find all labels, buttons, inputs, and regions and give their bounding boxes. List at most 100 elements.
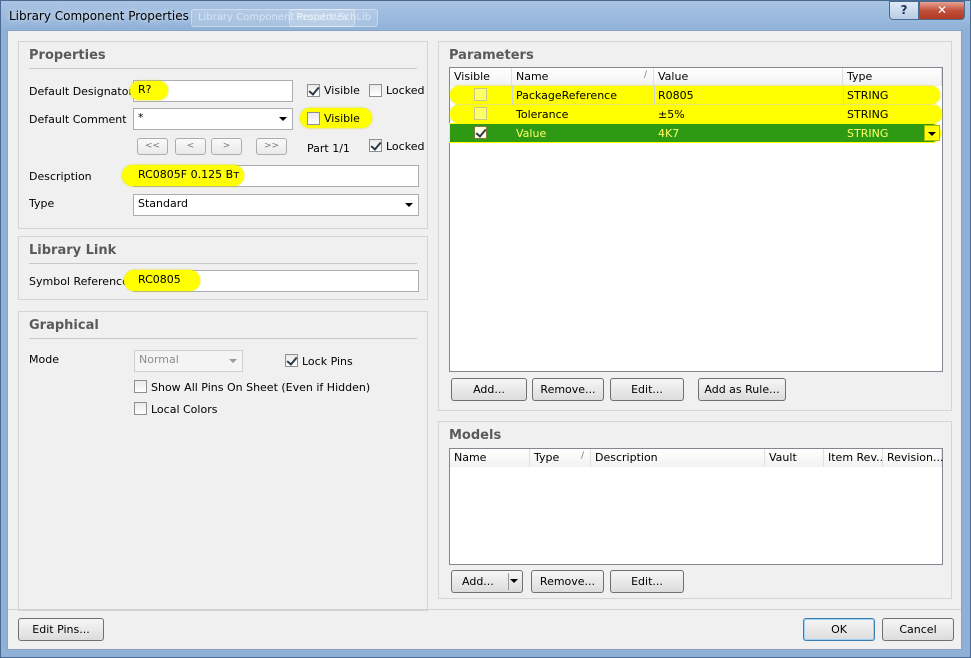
column-header-description[interactable]: Description — [591, 449, 765, 467]
parameter-value[interactable]: 4K7 — [658, 127, 679, 140]
parameter-name[interactable]: Value — [516, 127, 546, 140]
add-model-label: Add... — [462, 575, 494, 588]
lock-pins-label: Lock Pins — [302, 355, 353, 368]
cancel-button[interactable]: Cancel — [882, 618, 954, 641]
description-label: Description — [29, 170, 92, 183]
column-header-vault[interactable]: Vault — [765, 449, 824, 467]
type-value: Standard — [138, 197, 189, 210]
library-link-group: Library Link Symbol Reference RC0805 — [18, 236, 428, 300]
parameter-name[interactable]: Tolerance — [516, 108, 568, 121]
parameter-name[interactable]: PackageReference — [516, 89, 617, 102]
edit-model-button[interactable]: Edit... — [610, 570, 684, 593]
first-part-button[interactable]: << — [137, 138, 168, 155]
mode-value: Normal — [139, 353, 179, 366]
part-locked-label: Locked — [386, 140, 425, 153]
graphical-group: Graphical Mode Normal Lock Pins Show All… — [18, 311, 428, 611]
divider — [29, 68, 417, 69]
description-value: RC0805F 0.125 Вт — [138, 168, 240, 181]
graphical-title: Graphical — [29, 318, 99, 333]
part-locked-checkbox[interactable] — [369, 139, 382, 152]
column-header-value[interactable]: Value — [654, 68, 843, 86]
show-all-pins-checkbox[interactable] — [134, 380, 147, 393]
parameters-title: Parameters — [449, 48, 534, 63]
type-dropdown[interactable]: Standard — [133, 194, 419, 216]
column-header-type[interactable]: Type — [843, 68, 942, 86]
add-as-rule-button[interactable]: Add as Rule... — [698, 378, 786, 401]
type-label: Type — [29, 197, 55, 210]
chevron-down-icon — [405, 203, 413, 207]
sort-icon: / — [643, 70, 647, 80]
lock-pins-checkbox[interactable] — [285, 354, 298, 367]
divider — [29, 263, 417, 264]
models-table[interactable]: Name Type / Description Vault Item Rev..… — [449, 448, 943, 565]
default-comment-value: * — [138, 111, 144, 124]
close-button[interactable]: ✕ — [919, 1, 965, 20]
type-dropdown-button[interactable] — [924, 125, 940, 141]
edit-pins-button[interactable]: Edit Pins... — [18, 618, 104, 641]
local-colors-checkbox[interactable] — [134, 402, 147, 415]
add-parameter-button[interactable]: Add... — [451, 378, 527, 401]
title-bar[interactable]: Library Component Properties Library Com… — [1, 1, 970, 31]
default-comment-label: Default Comment — [29, 113, 127, 126]
designator-locked-label: Locked — [386, 84, 425, 97]
description-input[interactable]: RC0805F 0.125 Вт — [122, 165, 419, 187]
symbol-reference-value: RC0805 — [138, 273, 181, 286]
symbol-reference-input[interactable]: RC0805 — [124, 270, 419, 292]
previous-part-button[interactable]: < — [175, 138, 206, 155]
mode-dropdown[interactable]: Normal — [134, 350, 243, 372]
designator-visible-label: Visible — [324, 84, 360, 97]
column-header-revision[interactable]: Revision... — [883, 449, 943, 467]
column-header-type[interactable]: Type / — [530, 449, 591, 467]
properties-title: Properties — [29, 48, 106, 63]
models-group: Models Name Type / Description Vault Ite… — [438, 421, 952, 599]
chevron-down-icon — [279, 117, 287, 121]
remove-parameter-button[interactable]: Remove... — [532, 378, 604, 401]
designator-locked-checkbox[interactable] — [369, 84, 382, 97]
default-designator-value: R? — [138, 83, 152, 96]
split-divider — [508, 573, 509, 590]
column-header-type-label: Type — [534, 451, 560, 464]
parameter-type[interactable]: STRING — [847, 127, 888, 140]
parameter-visible-checkbox[interactable] — [474, 107, 487, 120]
next-part-button[interactable]: > — [211, 138, 242, 155]
column-header-name[interactable]: Name — [450, 449, 530, 467]
parameter-type[interactable]: STRING — [847, 89, 888, 102]
part-indicator: Part 1/1 — [307, 142, 350, 155]
default-designator-label: Default Designator — [29, 85, 133, 98]
comment-visible-label: Visible — [324, 112, 360, 125]
help-button[interactable]: ? — [889, 1, 919, 20]
default-designator-input[interactable]: R? — [130, 80, 293, 102]
sort-icon: / — [580, 451, 584, 461]
parameter-value[interactable]: ±5% — [658, 108, 685, 121]
local-colors-label: Local Colors — [151, 403, 218, 416]
background-tab: Resistor.SchLib — [289, 9, 379, 27]
ok-button[interactable]: OK — [803, 618, 875, 641]
edit-parameter-button[interactable]: Edit... — [610, 378, 684, 401]
parameter-visible-checkbox[interactable] — [474, 126, 487, 139]
parameters-group: Parameters Visible Name / Value Type Pac… — [438, 41, 952, 411]
remove-model-button[interactable]: Remove... — [531, 570, 604, 593]
column-header-item-revision[interactable]: Item Rev... — [824, 449, 887, 467]
parameters-table[interactable]: Visible Name / Value Type PackageReferen… — [449, 67, 943, 372]
designator-visible-checkbox[interactable] — [307, 84, 320, 97]
window-title: Library Component Properties — [9, 9, 189, 23]
divider — [29, 338, 417, 339]
add-model-button[interactable]: Add... — [451, 570, 523, 593]
column-header-visible[interactable]: Visible — [450, 68, 512, 86]
default-comment-dropdown[interactable]: * — [133, 108, 293, 130]
show-all-pins-label: Show All Pins On Sheet (Even if Hidden) — [151, 381, 371, 394]
comment-visible-checkbox[interactable] — [307, 112, 320, 125]
properties-group: Properties Default Designator R? Visible… — [18, 41, 428, 229]
last-part-button[interactable]: >> — [256, 138, 287, 155]
chevron-down-icon — [229, 359, 237, 363]
parameter-visible-checkbox[interactable] — [474, 88, 487, 101]
library-link-title: Library Link — [29, 243, 117, 258]
dialog-client-area: Properties Default Designator R? Visible… — [7, 30, 962, 650]
column-header-name-label: Name — [516, 70, 549, 83]
symbol-reference-label: Symbol Reference — [29, 275, 129, 288]
parameter-type[interactable]: STRING — [847, 108, 888, 121]
column-header-name[interactable]: Name / — [512, 68, 654, 86]
parameter-value[interactable]: R0805 — [658, 89, 694, 102]
chevron-down-icon[interactable] — [510, 579, 518, 583]
models-title: Models — [449, 428, 502, 443]
